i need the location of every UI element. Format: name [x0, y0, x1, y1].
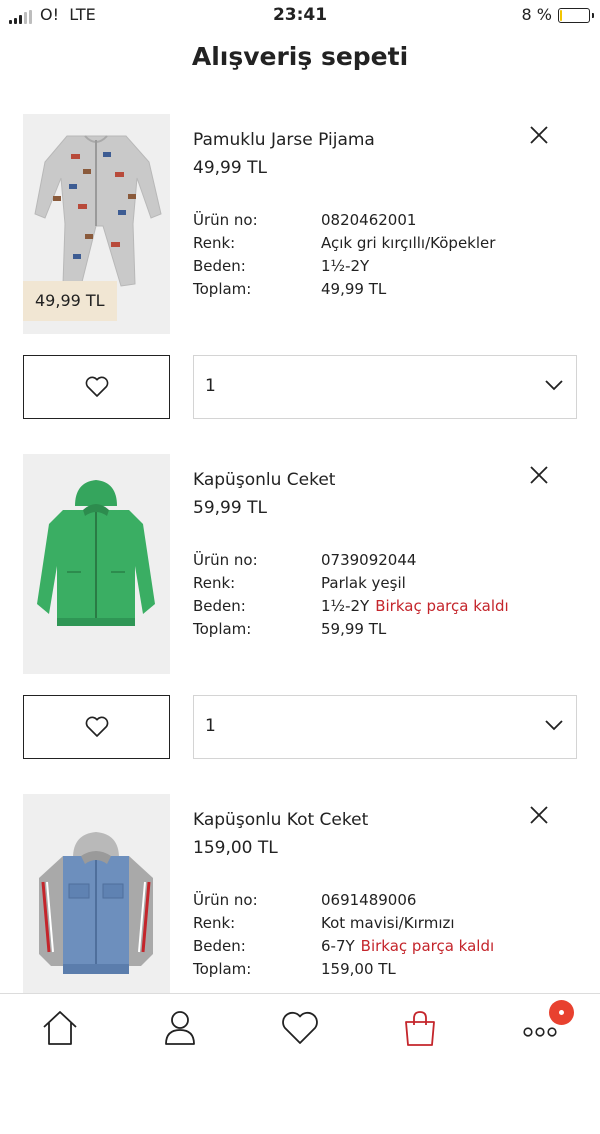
product-no-value: 0739092044: [321, 551, 417, 569]
stock-warning: Birkaç parça kaldı: [375, 597, 509, 615]
quantity-select[interactable]: 1: [193, 695, 577, 759]
product-no-value: 0820462001: [321, 211, 417, 229]
product-name[interactable]: Kapüşonlu Ceket: [193, 470, 335, 490]
image-price-tag: 49,99 TL: [23, 281, 117, 321]
product-name[interactable]: Kapüşonlu Kot Ceket: [193, 810, 368, 830]
bottom-tab-bar: [0, 993, 600, 1067]
battery-percent: 8 %: [521, 5, 552, 24]
add-to-favorites-button[interactable]: [23, 355, 170, 419]
total-value: 49,99 TL: [321, 280, 387, 298]
product-no-label: Ürün no:: [193, 211, 258, 229]
quantity-value: 1: [205, 716, 216, 736]
status-bar: O! LTE 23:41 8 %: [0, 0, 600, 34]
notification-badge[interactable]: [549, 1000, 574, 1025]
product-image-hooded-jacket[interactable]: [23, 454, 170, 674]
color-label: Renk:: [193, 574, 236, 592]
product-no-value: 0691489006: [321, 891, 417, 909]
size-value: 1½-2Y: [321, 597, 370, 615]
remove-item-icon[interactable]: [528, 464, 550, 486]
favorites-icon[interactable]: [280, 1008, 320, 1048]
size-value: 6-7Y: [321, 937, 355, 955]
account-icon[interactable]: [160, 1008, 200, 1048]
color-label: Renk:: [193, 914, 236, 932]
total-value: 59,99 TL: [321, 620, 387, 638]
total-label: Toplam:: [193, 960, 252, 978]
product-no-label: Ürün no:: [193, 891, 258, 909]
quantity-select[interactable]: 1: [193, 355, 577, 419]
remove-item-icon[interactable]: [528, 124, 550, 146]
size-value: 1½-2Y: [321, 257, 370, 275]
product-price: 49,99 TL: [193, 158, 267, 178]
chevron-down-icon: [545, 720, 563, 731]
cart-item: Kapüşonlu Ceket 59,99 TL Ürün no: 0739092…: [0, 454, 600, 794]
remove-item-icon[interactable]: [528, 804, 550, 826]
product-image-denim-jacket[interactable]: [23, 794, 170, 1014]
cart-item: 49,99 TL Pamuklu Jarse Pijama 49,99 TL Ü…: [0, 114, 600, 454]
cart-item: Kapüşonlu Kot Ceket 159,00 TL Ürün no: 06…: [0, 794, 600, 1134]
status-time: 23:41: [272, 5, 328, 25]
battery-icon: [558, 8, 594, 23]
color-value: Açık gri kırçıllı/Köpekler: [321, 234, 496, 252]
shopping-bag-icon[interactable]: [400, 1008, 440, 1048]
product-price: 159,00 TL: [193, 838, 278, 858]
product-price: 59,99 TL: [193, 498, 267, 518]
heart-icon: [85, 376, 108, 397]
color-value: Parlak yeşil: [321, 574, 406, 592]
product-no-label: Ürün no:: [193, 551, 258, 569]
product-name[interactable]: Pamuklu Jarse Pijama: [193, 130, 375, 150]
size-label: Beden:: [193, 937, 246, 955]
total-label: Toplam:: [193, 280, 252, 298]
add-to-favorites-button[interactable]: [23, 695, 170, 759]
page-title: Alışveriş sepeti: [191, 42, 409, 71]
total-value: 159,00 TL: [321, 960, 396, 978]
total-label: Toplam:: [193, 620, 252, 638]
size-label: Beden:: [193, 257, 246, 275]
quantity-value: 1: [205, 376, 216, 396]
chevron-down-icon: [545, 380, 563, 391]
size-label: Beden:: [193, 597, 246, 615]
stock-warning: Birkaç parça kaldı: [360, 937, 495, 955]
heart-icon: [85, 716, 108, 737]
color-label: Renk:: [193, 234, 236, 252]
color-value: Kot mavisi/Kırmızı: [321, 914, 455, 932]
home-icon[interactable]: [40, 1008, 80, 1048]
